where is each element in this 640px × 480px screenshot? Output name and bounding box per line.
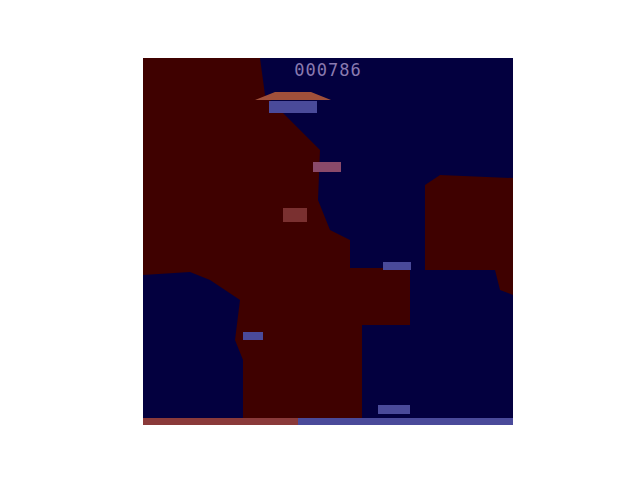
land-right xyxy=(425,175,513,295)
land-left xyxy=(143,58,410,418)
playfield: 000786 xyxy=(143,58,513,418)
enemy-icon xyxy=(283,208,307,222)
enemy-icon xyxy=(313,160,341,174)
page: 000786 xyxy=(0,0,640,480)
score: 000786 xyxy=(143,59,513,81)
player-ship-icon xyxy=(378,403,410,415)
mothership-icon xyxy=(255,88,331,118)
enemy-icon xyxy=(383,260,411,272)
fuel-fill xyxy=(143,418,298,425)
enemy-icon xyxy=(243,330,263,342)
fuel-bar xyxy=(143,418,513,425)
terrain-map xyxy=(143,58,513,418)
game-screen: 000786 xyxy=(143,58,513,425)
